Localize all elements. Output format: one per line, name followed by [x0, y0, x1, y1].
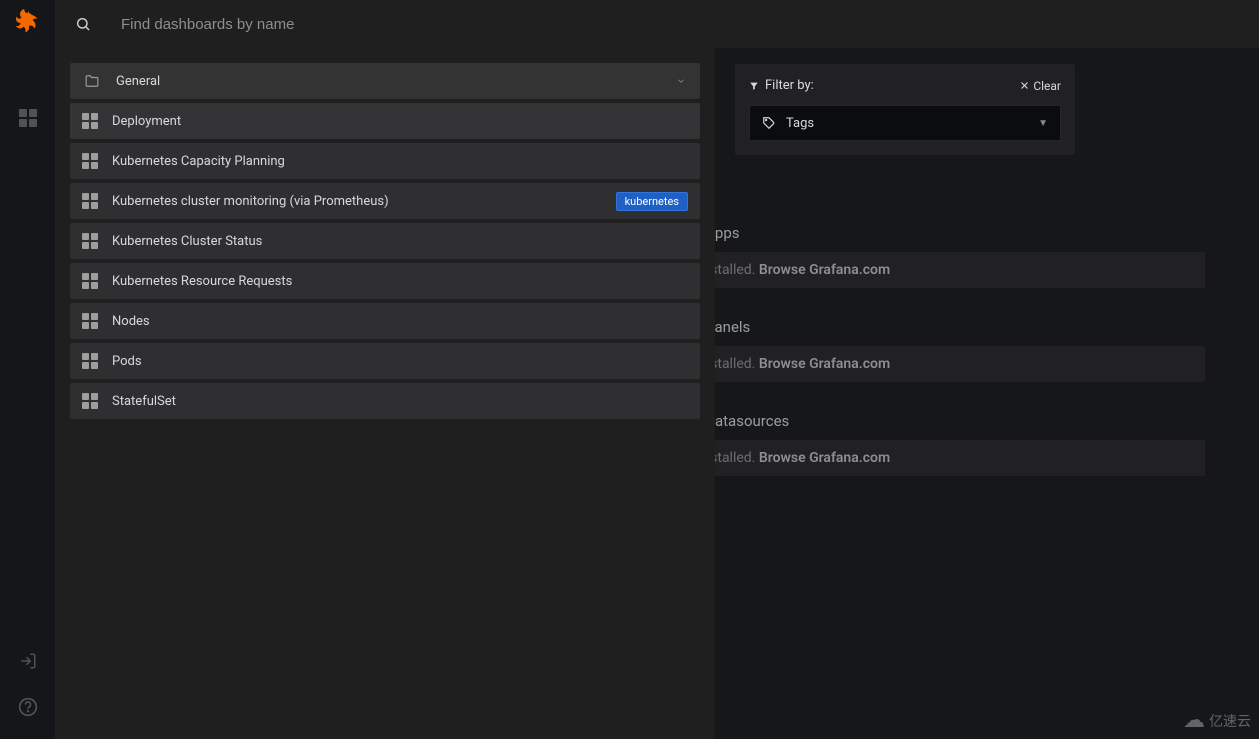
browse-apps-link[interactable]: Browse Grafana.com [759, 262, 890, 278]
chevron-down-icon [676, 76, 686, 86]
installed-panels-heading: ed Panels [685, 318, 1205, 336]
dashboard-grid-icon [82, 193, 98, 209]
dashboard-item-label: Kubernetes cluster monitoring (via Prome… [112, 194, 389, 209]
filter-icon [749, 81, 759, 91]
installed-panels-row: installed. Browse Grafana.com [685, 346, 1205, 382]
folder-label: General [116, 74, 160, 89]
filter-heading: Filter by: [765, 78, 814, 93]
browse-datasources-link[interactable]: Browse Grafana.com [759, 450, 890, 466]
dashboard-item-label: StatefulSet [112, 394, 176, 409]
dashboard-grid-icon [19, 109, 37, 127]
dashboard-item-label: Nodes [112, 314, 150, 329]
close-icon [1020, 81, 1029, 90]
dashboard-item-label: Pods [112, 354, 142, 369]
dashboard-grid-icon [82, 393, 98, 409]
tags-dropdown[interactable]: Tags ▼ [749, 105, 1061, 141]
installed-datasources-heading: ed Datasources [685, 412, 1205, 430]
dashboard-item[interactable]: Kubernetes cluster monitoring (via Prome… [70, 183, 700, 219]
dashboard-grid-icon [82, 233, 98, 249]
signin-nav-button[interactable] [8, 641, 48, 681]
folder-header-general[interactable]: General [70, 63, 700, 99]
search-results-panel: General Deployment Kubernetes Capacity Pl… [55, 48, 715, 739]
dashboard-grid-icon [82, 113, 98, 129]
watermark: ☁ 亿速云 [1183, 708, 1251, 733]
dashboard-grid-icon [82, 273, 98, 289]
dashboard-grid-icon [82, 313, 98, 329]
dashboard-grid-icon [82, 353, 98, 369]
dashboard-item[interactable]: Kubernetes Resource Requests [70, 263, 700, 299]
dashboard-item-label: Kubernetes Cluster Status [112, 234, 262, 249]
dashboard-item[interactable]: StatefulSet [70, 383, 700, 419]
tags-label: Tags [786, 116, 814, 131]
dashboard-item[interactable]: Kubernetes Capacity Planning [70, 143, 700, 179]
installed-apps-heading: ed Apps [685, 224, 1205, 242]
dashboard-item-label: Kubernetes Capacity Planning [112, 154, 285, 169]
dashboard-item[interactable]: Deployment [70, 103, 700, 139]
folder-open-icon [84, 74, 100, 88]
installed-datasources-row: installed. Browse Grafana.com [685, 440, 1205, 476]
dashboard-item[interactable]: Pods [70, 343, 700, 379]
installed-apps-row: installed. Browse Grafana.com [685, 252, 1205, 288]
dashboard-tag-badge[interactable]: kubernetes [616, 192, 688, 211]
filter-panel: Filter by: Clear Tags ▼ [735, 64, 1075, 155]
grafana-logo[interactable] [13, 8, 43, 38]
search-input[interactable] [121, 16, 621, 33]
help-nav-button[interactable] [8, 687, 48, 727]
main-content-area: Filter by: Clear Tags ▼ ed Apps installe… [715, 48, 1259, 739]
cloud-icon: ☁ [1183, 708, 1205, 733]
background-plugins-section: ed Apps installed. Browse Grafana.com ed… [685, 224, 1205, 506]
dashboards-nav-button[interactable] [8, 98, 48, 138]
caret-down-icon: ▼ [1038, 118, 1048, 129]
browse-panels-link[interactable]: Browse Grafana.com [759, 356, 890, 372]
left-nav-rail [0, 0, 55, 739]
tag-icon [762, 116, 776, 130]
search-bar [55, 0, 1259, 48]
dashboard-item[interactable]: Nodes [70, 303, 700, 339]
search-icon [75, 16, 91, 32]
dashboard-item-label: Kubernetes Resource Requests [112, 274, 292, 289]
filter-clear-button[interactable]: Clear [1020, 79, 1061, 93]
dashboard-item[interactable]: Kubernetes Cluster Status [70, 223, 700, 259]
dashboard-grid-icon [82, 153, 98, 169]
dashboard-item-label: Deployment [112, 114, 181, 129]
